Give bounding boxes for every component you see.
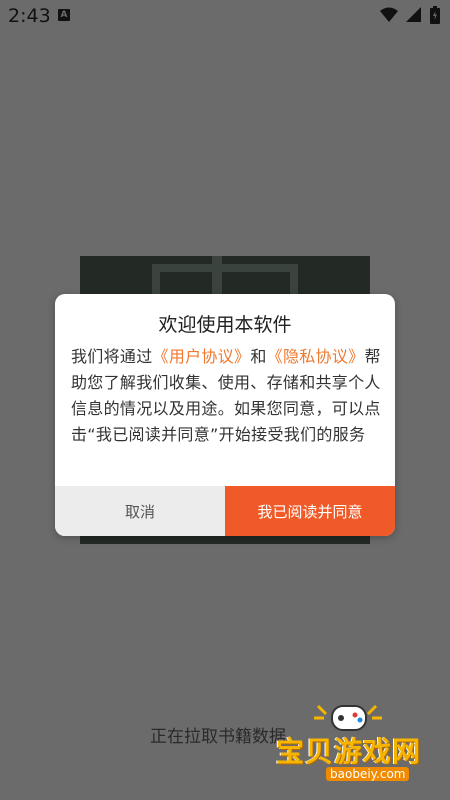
body-and: 和 (250, 347, 267, 366)
body-prefix: 我们将通过 (71, 347, 153, 366)
watermark: 宝贝游戏网 baobeiy.com (270, 700, 450, 800)
notification-icon: A (58, 9, 70, 21)
system-icons (380, 6, 440, 24)
splash-glyph-stroke (212, 256, 222, 296)
welcome-dialog: 欢迎使用本软件 我们将通过《用户协议》和《隐私协议》帮助您了解我们收集、使用、存… (55, 294, 395, 536)
privacy-policy-link[interactable]: 《隐私协议》 (267, 347, 365, 366)
dialog-title: 欢迎使用本软件 (158, 314, 292, 336)
dialog-body: 我们将通过《用户协议》和《隐私协议》帮助您了解我们收集、使用、存储和共享个人信息… (71, 344, 381, 448)
cancel-button[interactable]: 取消 (55, 486, 225, 536)
wifi-icon (380, 7, 398, 22)
watermark-url: baobeiy.com (326, 767, 410, 781)
agree-button[interactable]: 我已阅读并同意 (225, 486, 395, 536)
watermark-text: 宝贝游戏网 (276, 735, 422, 768)
status-time: 2:43 (8, 5, 51, 27)
loading-status-text: 正在拉取书籍数据 (150, 727, 286, 747)
signal-icon (406, 7, 421, 22)
status-bar: 2:43 A (0, 0, 450, 32)
user-agreement-link[interactable]: 《用户协议》 (153, 347, 251, 366)
battery-icon (430, 6, 440, 24)
